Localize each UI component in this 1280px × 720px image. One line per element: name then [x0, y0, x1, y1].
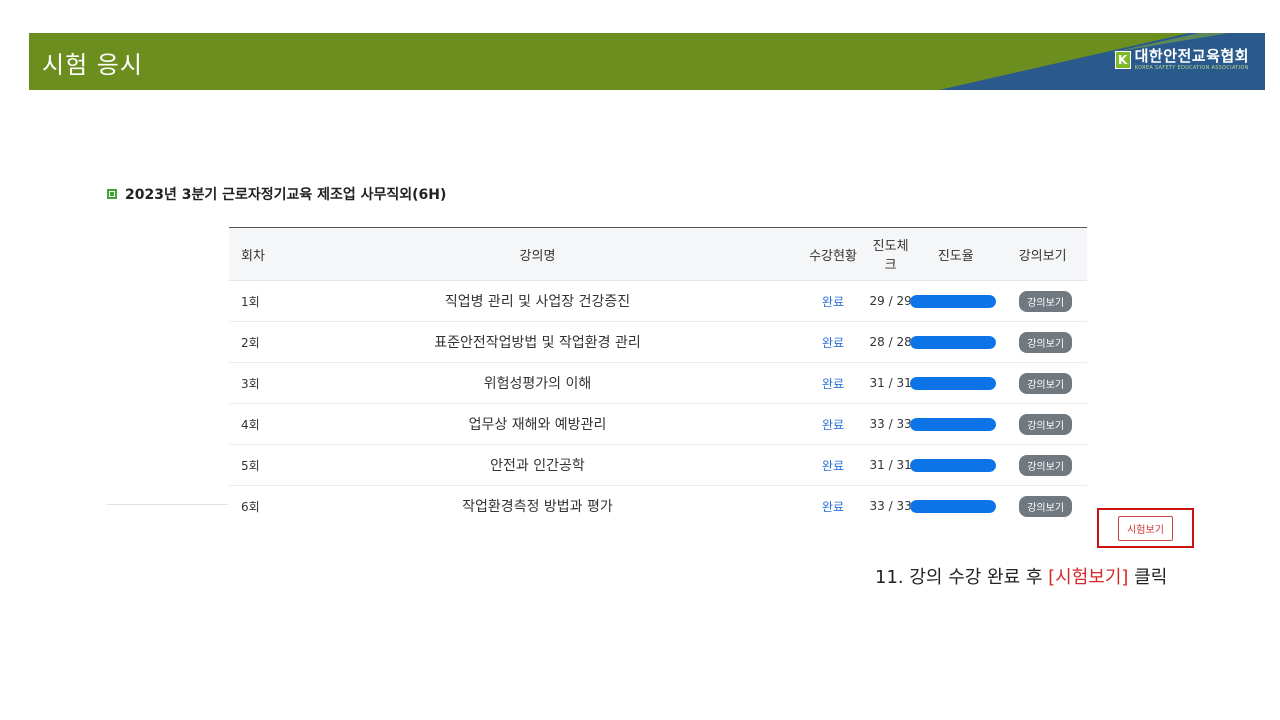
table-row: 1회 직업병 관리 및 사업장 건강증진 완료 29 / 29 강의보기 [229, 281, 1087, 322]
row-status: 완료 [821, 376, 845, 391]
association-logo: K 대한안전교육협회 KOREA SAFETY EDUCATION ASSOCI… [1114, 49, 1249, 71]
view-lecture-button[interactable]: 강의보기 [1019, 495, 1073, 517]
progress-bar [909, 376, 996, 390]
row-lecture-name: 안전과 인간공학 [490, 458, 585, 474]
header-no: 회차 [241, 248, 265, 264]
table-row: 4회 업무상 재해와 예방관리 완료 33 / 33 강의보기 [229, 404, 1087, 445]
row-rate-cell [909, 335, 998, 349]
logo-sub-text: KOREA SAFETY EDUCATION ASSOCIATION [1134, 65, 1249, 71]
progress-bar [909, 417, 996, 431]
row-view-cell: 강의보기 [998, 495, 1087, 517]
row-status-cell: 완료 [798, 293, 868, 310]
logo-text: 대한안전교육협회 KOREA SAFETY EDUCATION ASSOCIAT… [1135, 49, 1249, 71]
header-view: 강의보기 [1018, 248, 1067, 264]
row-status: 완료 [821, 294, 845, 309]
caption-suffix: 클릭 [1128, 567, 1168, 588]
row-view-cell: 강의보기 [998, 290, 1087, 312]
view-lecture-button[interactable]: 강의보기 [1019, 290, 1073, 312]
divider [107, 504, 228, 505]
table-header: 회차 강의명 수강현황 진도체크 진도율 강의보기 [229, 228, 1087, 281]
course-title-text: 2023년 3분기 근로자정기교육 제조업 사무직외(6H) [125, 187, 447, 203]
table-row: 6회 작업환경측정 방법과 평가 완료 33 / 33 강의보기 [229, 486, 1087, 526]
exam-button-highlight: 시험보기 [1097, 508, 1194, 548]
square-bullet-icon [107, 189, 117, 199]
header-status: 수강현황 [809, 248, 857, 264]
row-rate-cell [909, 458, 998, 472]
header-check: 진도체크 [872, 239, 909, 273]
page-title: 시험 응시 [42, 51, 143, 79]
progress-bar [909, 335, 996, 349]
progress-bar [909, 458, 996, 472]
row-lecture-name: 업무상 재해와 예방관리 [468, 417, 607, 433]
table-row: 3회 위험성평가의 이해 완료 31 / 31 강의보기 [229, 363, 1087, 404]
caption-highlight: [시험보기] [1048, 567, 1129, 588]
progress-bar [909, 499, 996, 513]
row-status-cell: 완료 [798, 457, 868, 474]
progress-bar-fill [909, 335, 996, 349]
table-row: 5회 안전과 인간공학 완료 31 / 31 강의보기 [229, 445, 1087, 486]
header-banner: 시험 응시 K 대한안전교육협회 KOREA SAFETY EDUCATION … [29, 33, 1265, 90]
table-row: 2회 표준안전작업방법 및 작업환경 관리 완료 28 / 28 강의보기 [229, 322, 1087, 363]
instruction-caption: 11. 강의 수강 완료 후 [시험보기] 클릭 [875, 563, 1167, 589]
row-status-cell: 완료 [798, 375, 868, 392]
row-progress-check: 31 / 31 [869, 458, 912, 472]
view-lecture-button[interactable]: 강의보기 [1019, 454, 1073, 476]
row-progress-check: 29 / 29 [869, 294, 912, 308]
row-progress-check: 33 / 33 [869, 499, 912, 513]
row-lecture-name: 직업병 관리 및 사업장 건강증진 [444, 294, 631, 310]
row-rate-cell [909, 417, 998, 431]
caption-prefix: 11. 강의 수강 완료 후 [875, 567, 1049, 588]
row-lecture-name: 작업환경측정 방법과 평가 [462, 499, 613, 515]
row-status-cell: 완료 [798, 498, 868, 515]
row-status-cell: 완료 [798, 416, 868, 433]
row-status: 완료 [821, 417, 845, 432]
row-view-cell: 강의보기 [998, 372, 1087, 394]
row-rate-cell [909, 376, 998, 390]
row-no: 6회 [241, 499, 260, 514]
progress-bar-fill [909, 458, 996, 472]
row-lecture-name: 표준안전작업방법 및 작업환경 관리 [434, 335, 641, 351]
progress-bar-fill [909, 376, 996, 390]
row-no: 3회 [241, 376, 260, 391]
row-no: 1회 [241, 294, 260, 309]
row-progress-check: 31 / 31 [869, 376, 912, 390]
row-status: 완료 [821, 335, 845, 350]
course-title: 2023년 3분기 근로자정기교육 제조업 사무직외(6H) [107, 184, 446, 204]
row-status: 완료 [821, 499, 845, 514]
row-view-cell: 강의보기 [998, 454, 1087, 476]
row-status: 완료 [821, 458, 845, 473]
row-progress-check: 28 / 28 [869, 335, 912, 349]
view-lecture-button[interactable]: 강의보기 [1019, 413, 1073, 435]
lecture-table: 회차 강의명 수강현황 진도체크 진도율 강의보기 1회 직업병 관리 및 사업장… [229, 227, 1087, 526]
row-status-cell: 완료 [798, 334, 868, 351]
progress-bar [909, 294, 996, 308]
logo-k-icon: K [1114, 51, 1131, 69]
banner-blue-stripe [939, 33, 1265, 90]
exam-button[interactable]: 시험보기 [1118, 515, 1173, 541]
view-lecture-button[interactable]: 강의보기 [1019, 372, 1073, 394]
progress-bar-fill [909, 499, 996, 513]
row-no: 2회 [241, 335, 260, 350]
logo-main-text: 대한안전교육협회 [1134, 47, 1249, 65]
row-rate-cell [909, 294, 998, 308]
row-lecture-name: 위험성평가의 이해 [483, 376, 592, 392]
row-no: 5회 [241, 458, 260, 473]
header-name: 강의명 [519, 248, 556, 264]
table-body: 1회 직업병 관리 및 사업장 건강증진 완료 29 / 29 강의보기 2회 표준안전작업… [229, 281, 1087, 526]
row-view-cell: 강의보기 [998, 413, 1087, 435]
row-view-cell: 강의보기 [998, 331, 1087, 353]
progress-bar-fill [909, 294, 996, 308]
view-lecture-button[interactable]: 강의보기 [1019, 331, 1073, 353]
progress-bar-fill [909, 417, 996, 431]
header-rate: 진도율 [937, 248, 974, 264]
row-no: 4회 [241, 417, 260, 432]
row-progress-check: 33 / 33 [869, 417, 912, 431]
row-rate-cell [909, 499, 998, 513]
